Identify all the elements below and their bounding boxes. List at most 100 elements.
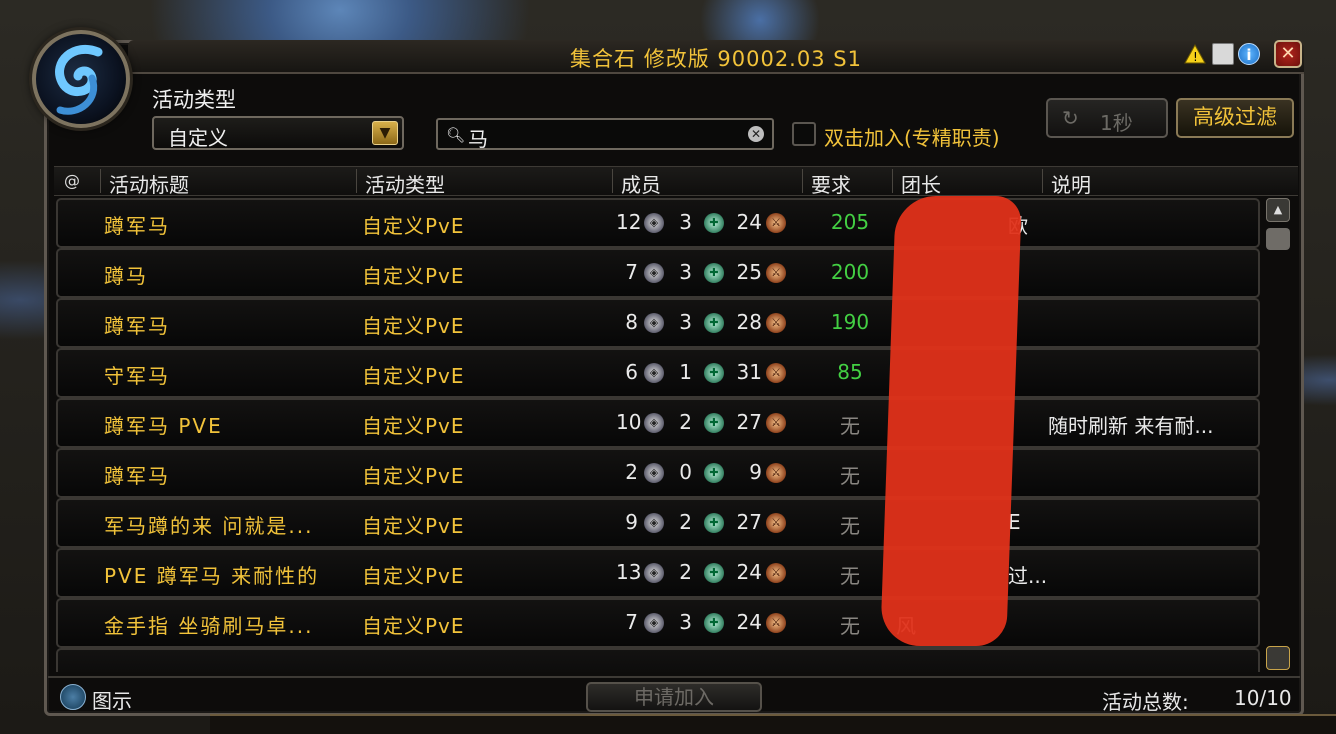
dps-role-icon: ⚔ [766,363,786,383]
table-row[interactable]: 蹲军马 自定义PvE 2 ◈ 0 ✚ 9 ⚔ 无 [56,448,1260,498]
row-title: 蹲马 [104,264,148,288]
activity-type-value: 自定义 [168,126,228,150]
apply-join-button[interactable]: 申请加入 [586,682,762,712]
row-title: PVE 蹲军马 来耐性的 [104,564,320,588]
row-title: 蹲军马 PVE [104,414,223,438]
refresh-label: 1秒 [1100,111,1133,135]
healer-count: 2 [679,560,692,584]
double-click-join-checkbox[interactable] [792,122,816,146]
healer-count: 2 [679,410,692,434]
tank-count: 8 [625,310,638,334]
column-leader[interactable]: 团长 [892,169,941,197]
tank-role-icon: ◈ [644,313,664,333]
table-row[interactable]: PVE 蹲军马 来耐性的 自定义PvE 13 ◈ 2 ✚ 24 ⚔ 无 过... [56,548,1260,598]
requirement: 无 [840,464,860,488]
tank-count: 9 [625,510,638,534]
table-row[interactable] [56,648,1260,672]
dps-role-icon: ⚔ [766,463,786,483]
activity-type-label: 活动类型 [152,88,236,112]
refresh-button[interactable]: ↻ 1秒 [1046,98,1168,138]
title-bar[interactable]: 集合石 修改版 90002.03 S1 [128,40,1304,74]
dps-role-icon: ⚔ [766,513,786,533]
window-title: 集合石 修改版 90002.03 S1 [570,47,862,71]
dps-role-icon: ⚔ [766,313,786,333]
activity-list: 蹲军马 自定义PvE 12 ◈ 3 ✚ 24 ⚔ 205 欧 蹲马 自定义PvE… [56,198,1260,672]
table-row[interactable]: 守军马 自定义PvE 6 ◈ 1 ✚ 31 ⚔ 85 [56,348,1260,398]
healer-role-icon: ✚ [704,613,724,633]
dps-count: 25 [736,260,762,284]
dps-role-icon: ⚔ [766,563,786,583]
tank-count: 13 [616,560,642,584]
table-row[interactable]: 金手指 坐骑刷马卓... 自定义PvE 7 ◈ 3 ✚ 24 ⚔ 无 风 [56,598,1260,648]
column-requirement[interactable]: 要求 [802,169,851,197]
scroll-down-button[interactable] [1266,646,1290,670]
row-type: 自定义PvE [362,264,465,288]
table-row[interactable]: 军马蹲的来 问就是... 自定义PvE 9 ◈ 2 ✚ 27 ⚔ 无 E [56,498,1260,548]
leader-name-tail: 过... [1008,564,1048,588]
tank-count: 7 [625,610,638,634]
row-type: 自定义PvE [362,564,465,588]
healer-count: 3 [679,210,692,234]
column-type[interactable]: 活动类型 [356,169,445,197]
advanced-filter-button[interactable]: 高级过滤 [1176,98,1294,138]
healer-role-icon: ✚ [704,563,724,583]
healer-count: 3 [679,610,692,634]
dps-count: 24 [736,210,762,234]
table-row[interactable]: 蹲军马 自定义PvE 8 ◈ 3 ✚ 28 ⚔ 190 [56,298,1260,348]
dps-role-icon: ⚔ [766,413,786,433]
scrollbar-thumb[interactable] [1266,228,1290,250]
legend-label[interactable]: 图示 [92,685,132,714]
document-icon[interactable] [1212,43,1234,65]
tank-count: 7 [625,260,638,284]
tank-count: 2 [625,460,638,484]
activity-type-dropdown[interactable]: 自定义 ▼ [152,116,404,150]
game-action-bar [210,714,1336,734]
legend-icon[interactable] [60,684,86,710]
chevron-down-icon[interactable]: ▼ [372,121,398,145]
requirement: 无 [840,614,860,638]
table-row[interactable]: 蹲军马 PVE 自定义PvE 10 ◈ 2 ✚ 27 ⚔ 无 随时刷新 来有耐.… [56,398,1260,448]
dps-count: 24 [736,560,762,584]
column-members[interactable]: 成员 [612,169,661,197]
healer-count: 3 [679,310,692,334]
row-title: 守军马 [104,364,170,388]
tank-role-icon: ◈ [644,513,664,533]
row-type: 自定义PvE [362,414,465,438]
column-title[interactable]: 活动标题 [100,169,189,197]
row-type: 自定义PvE [362,314,465,338]
column-at[interactable]: @ [64,171,80,190]
column-description[interactable]: 说明 [1042,169,1091,197]
healer-count: 0 [679,460,692,484]
healer-role-icon: ✚ [704,313,724,333]
tank-count: 10 [616,410,642,434]
table-row[interactable]: 蹲军马 自定义PvE 12 ◈ 3 ✚ 24 ⚔ 205 欧 [56,198,1260,248]
healer-role-icon: ✚ [704,363,724,383]
search-input[interactable]: 🔍︎ 马 ✕ [436,118,774,151]
dps-role-icon: ⚔ [766,613,786,633]
redaction-mark [880,196,1022,646]
tank-role-icon: ◈ [644,413,664,433]
scroll-up-button[interactable]: ▲ [1266,198,1290,222]
requirement: 205 [830,210,870,234]
double-click-join-label: 双击加入(专精职责) [824,126,1000,150]
footer: 图示 申请加入 活动总数: 10/10 [48,676,1300,714]
warning-icon[interactable]: ! [1184,43,1206,65]
table-row[interactable]: 蹲马 自定义PvE 7 ◈ 3 ✚ 25 ⚔ 200 [56,248,1260,298]
dps-count: 24 [736,610,762,634]
tank-count: 12 [616,210,642,234]
tank-role-icon: ◈ [644,263,664,283]
row-type: 自定义PvE [362,614,465,638]
dps-role-icon: ⚔ [766,263,786,283]
requirement: 85 [837,360,863,384]
row-type: 自定义PvE [362,464,465,488]
clear-search-icon[interactable]: ✕ [748,126,764,142]
dps-role-icon: ⚔ [766,213,786,233]
dps-count: 27 [736,410,762,434]
total-label: 活动总数: [1102,690,1189,714]
dps-count: 28 [736,310,762,334]
close-button[interactable]: ✕ [1274,40,1302,68]
info-icon[interactable]: i [1238,43,1260,65]
addon-portrait-icon[interactable] [32,30,130,128]
dps-count: 27 [736,510,762,534]
requirement: 190 [830,310,870,334]
